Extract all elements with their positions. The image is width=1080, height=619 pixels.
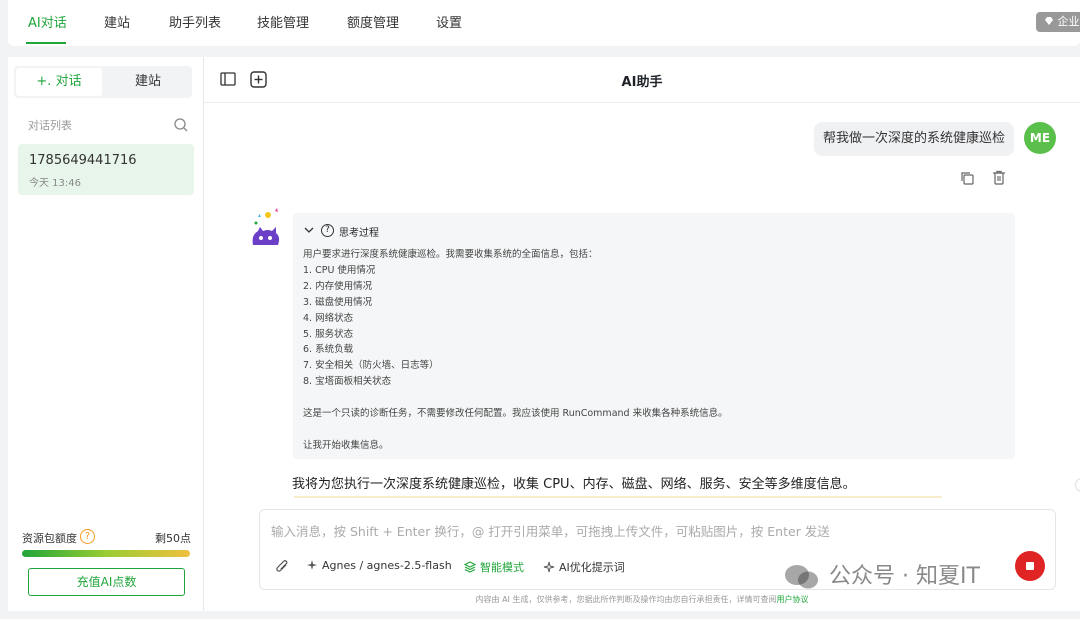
smart-mode-toggle[interactable]: 智能模式 xyxy=(464,559,524,575)
segment-chat-label: 对话 xyxy=(55,74,82,89)
optimize-prompt-button[interactable]: AI优化提示词 xyxy=(543,559,625,575)
question-circle-icon: ? xyxy=(321,224,334,237)
tab-assistant-list[interactable]: 助手列表 xyxy=(169,12,221,31)
stop-generation-button[interactable] xyxy=(1015,551,1045,581)
sidebar: +. 对话 建站 对话列表 1785649441716 今天 13:46 资源包… xyxy=(8,57,204,611)
thinking-line: 用户要求进行深度系统健康巡检。我需要收集系统的全面信息，包括： xyxy=(303,249,598,260)
smart-mode-label: 智能模式 xyxy=(480,561,524,574)
quota-progress-fill xyxy=(22,550,190,557)
chat-header: AI助手 xyxy=(204,57,1080,103)
tab-build-site[interactable]: 建站 xyxy=(104,12,130,31)
wechat-icon xyxy=(785,565,818,589)
thinking-line: 让我开始收集信息。 xyxy=(303,439,389,451)
thinking-spacer xyxy=(303,390,1003,406)
segment-build-site[interactable]: 建站 xyxy=(106,68,190,96)
thinking-panel: ? 思考过程 用户要求进行深度系统健康巡检。我需要收集系统的全面信息，包括： 1… xyxy=(293,213,1015,459)
tab-ai-chat[interactable]: AI对话 xyxy=(28,12,67,31)
enterprise-badge-label: 企业版 xyxy=(1057,15,1080,28)
sparkle-icon: +. xyxy=(36,74,52,89)
paperclip-icon[interactable] xyxy=(275,559,289,574)
conversation-title: 1785649441716 xyxy=(29,153,137,168)
model-name: Agnes / agnes-2.5-flash xyxy=(322,559,452,572)
enterprise-badge[interactable]: 企业版 xyxy=(1036,12,1080,32)
quota-value: 剩50点 xyxy=(155,532,191,545)
quota-label: 资源包额度 xyxy=(22,532,77,545)
thinking-line: 6. 系统负载 xyxy=(303,344,354,356)
tab-skill-management[interactable]: 技能管理 xyxy=(257,12,309,31)
thinking-spacer xyxy=(303,422,1003,438)
conversation-time: 今天 13:46 xyxy=(29,178,81,189)
thinking-line: 2. 内存使用情况 xyxy=(303,280,373,292)
watermark-text: 公众号 · 知夏IT xyxy=(829,564,980,589)
help-icon[interactable]: ? xyxy=(80,529,95,544)
search-icon[interactable] xyxy=(173,117,189,133)
thinking-line: 1. CPU 使用情况 xyxy=(303,264,376,276)
tab-quota-management[interactable]: 额度管理 xyxy=(347,12,399,31)
thinking-line: 4. 网络状态 xyxy=(303,312,354,324)
chevron-down-icon[interactable] xyxy=(304,227,314,234)
watermark: 公众号 · 知夏IT xyxy=(782,558,980,590)
optimize-label: AI优化提示词 xyxy=(559,561,625,574)
model-icon xyxy=(307,560,317,570)
user-message: 帮我做一次深度的系统健康巡检 xyxy=(814,122,1014,156)
message-input[interactable]: 输入消息，按 Shift + Enter 换行，@ 打开引用菜单，可拖拽上传文件… xyxy=(271,521,830,540)
user-agreement-link[interactable]: 用户协议 xyxy=(776,595,808,604)
thinking-content: 用户要求进行深度系统健康巡检。我需要收集系统的全面信息，包括： 1. CPU 使… xyxy=(303,247,1003,454)
diamond-icon xyxy=(1045,17,1053,25)
recharge-button[interactable]: 充值AI点数 xyxy=(28,568,185,596)
segment-chat[interactable]: +. 对话 xyxy=(16,68,102,96)
stop-icon xyxy=(1026,562,1034,570)
disclaimer: 内容由 AI 生成，仅供参考，您据此所作判断及操作均由您自行承担责任，详情可查阅… xyxy=(204,594,1080,605)
assistant-avatar-icon xyxy=(252,208,280,245)
assistant-answer: 我将为您执行一次深度系统健康巡检，收集 CPU、内存、磁盘、网络、服务、安全等多… xyxy=(292,477,856,492)
streaming-indicator xyxy=(294,496,942,498)
conversation-list-title: 对话列表 xyxy=(28,119,72,132)
active-tab-indicator xyxy=(26,42,66,44)
thinking-line: 8. 宝塔面板相关状态 xyxy=(303,376,392,388)
thinking-line: 5. 服务状态 xyxy=(303,328,354,340)
user-avatar: ME xyxy=(1024,122,1056,154)
chat-main: AI助手 帮我做一次深度的系统健康巡检 ME ? 思考过程 用户要求进行深度系统… xyxy=(204,57,1080,611)
copy-icon[interactable] xyxy=(960,171,974,185)
mode-segment: +. 对话 建站 xyxy=(14,66,192,98)
thinking-label: 思考过程 xyxy=(339,228,379,239)
tab-settings[interactable]: 设置 xyxy=(436,12,462,31)
model-selector[interactable]: Agnes / agnes-2.5-flash xyxy=(306,559,452,572)
thinking-line: 这是一个只读的诊断任务，不需要修改任何配置。我应该使用 RunCommand 来… xyxy=(303,408,728,420)
sparkle-icon xyxy=(543,561,555,573)
thinking-line: 7. 安全相关（防火墙、日志等） xyxy=(303,360,439,372)
thinking-line: 3. 磁盘使用情况 xyxy=(303,296,373,308)
layers-icon xyxy=(464,561,476,573)
quota-progress-bar xyxy=(22,550,190,557)
disclaimer-text: 内容由 AI 生成，仅供参考，您据此所作判断及操作均由您自行承担责任，详情可查阅 xyxy=(475,595,777,604)
page-title: AI助手 xyxy=(621,75,663,90)
conversation-item[interactable]: 1785649441716 今天 13:46 xyxy=(18,144,194,195)
delete-icon[interactable] xyxy=(992,170,1006,185)
top-nav: AI对话 建站 助手列表 技能管理 额度管理 设置 企业版 xyxy=(8,0,1080,46)
